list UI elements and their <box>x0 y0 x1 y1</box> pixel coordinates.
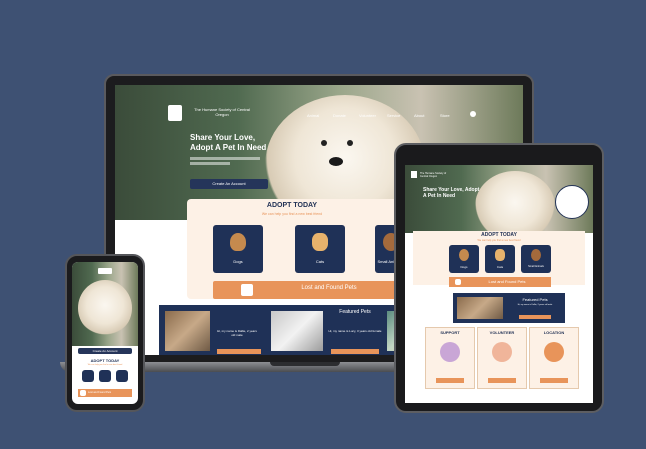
hero-title: Share Your Love, Adopt A Pet In Need <box>423 187 480 199</box>
adopt-subtitle: We can help you find a new best friend <box>477 239 521 242</box>
featured-photo <box>457 297 503 319</box>
support-button[interactable] <box>436 378 464 383</box>
create-account-button[interactable]: Create An Account <box>190 179 268 189</box>
support-column: SUPPORT <box>425 327 475 389</box>
adopt-title: ADOPT TODAY <box>90 358 120 363</box>
featured-card-button[interactable] <box>519 315 551 319</box>
small-animal-icon <box>531 249 541 261</box>
user-icon[interactable] <box>470 111 476 117</box>
hero-title: Share Your Love, Adopt A Pet In Need <box>190 133 290 153</box>
featured-card-text: Hi, my name is Lucy, 3 years old female <box>328 329 382 333</box>
nav-service[interactable]: Service <box>387 113 400 118</box>
lost-found-button[interactable]: Lost and Found Pets <box>449 277 551 287</box>
cat-icon <box>495 249 505 261</box>
hero-text-line <box>190 157 260 160</box>
featured-card-text: Hi, my name is Dallie, 2 years old male <box>217 329 257 337</box>
tablet-device: The Humane Society of Central Oregon Sha… <box>394 143 604 413</box>
dog-icon <box>459 249 469 261</box>
pet-card-cats[interactable]: Cats <box>485 245 515 273</box>
featured-card-button[interactable] <box>217 349 261 354</box>
pet-label: Cats <box>315 259 325 264</box>
pet-label: Cats <box>496 265 504 269</box>
badge-circle <box>555 185 589 219</box>
volunteer-button[interactable] <box>488 378 516 383</box>
pet-card-small-animals[interactable]: Small Animals <box>521 245 551 273</box>
location-button[interactable] <box>540 378 568 383</box>
paw-icon <box>241 284 253 296</box>
logo-icon[interactable] <box>168 105 182 121</box>
lost-found-label: Lost and Found Pets <box>488 279 526 284</box>
support-illustration <box>440 342 460 362</box>
pet-label: Dogs <box>233 259 243 264</box>
nav-animal[interactable]: Animal <box>307 113 319 118</box>
column-title: SUPPORT <box>440 330 460 335</box>
phone-hero <box>72 262 138 346</box>
nav-volunteer[interactable]: Volunteer <box>359 113 376 118</box>
adopt-title: ADOPT TODAY <box>266 202 318 209</box>
phone-dog-image <box>78 280 132 336</box>
dog-icon <box>230 233 246 251</box>
hero-text-line <box>190 162 230 165</box>
nav-store[interactable]: Store <box>440 113 450 118</box>
lost-found-label: Lost and Found Pets <box>301 285 357 291</box>
hero-title-line1: Share Your Love, <box>190 133 256 142</box>
pet-card-dogs[interactable]: Dogs <box>213 225 263 273</box>
featured-card-button[interactable] <box>331 349 379 354</box>
nav-donate[interactable]: Donate <box>333 113 346 118</box>
dog-nose <box>329 157 343 166</box>
dog-eye <box>321 140 327 146</box>
paw-icon <box>80 390 86 396</box>
volunteer-column: VOLUNTEER <box>477 327 527 389</box>
location-illustration <box>544 342 564 362</box>
pet-label: Dogs <box>460 265 468 269</box>
cat-icon <box>312 233 328 251</box>
logo-icon[interactable] <box>98 268 112 274</box>
pet-card-small-animals[interactable] <box>116 370 128 382</box>
phone-screen: Create An Account ADOPT TODAY We can hel… <box>72 262 138 404</box>
pet-card-dogs[interactable]: Dogs <box>449 245 479 273</box>
org-name: The Humane Society of Central Oregon <box>194 107 250 117</box>
nav-about[interactable]: About <box>414 113 424 118</box>
org-name: The Humane Society of Central Oregon <box>420 172 447 178</box>
column-title: VOLUNTEER <box>489 330 515 335</box>
featured-title: Featured Pets <box>522 297 548 302</box>
volunteer-illustration <box>492 342 512 362</box>
laptop-notch <box>270 362 340 366</box>
lost-found-button[interactable]: Lost and Found Pets <box>78 389 132 397</box>
lost-found-button[interactable]: Lost and Found Pets <box>213 281 405 299</box>
hero-title-line2: Adopt A Pet In Need <box>190 143 267 152</box>
phone-device: Create An Account ADOPT TODAY We can hel… <box>65 254 145 412</box>
featured-card-text: Hi, my name is Dallie, 2 years old male <box>517 304 553 306</box>
adopt-title: ADOPT TODAY <box>481 232 517 238</box>
tablet-screen: The Humane Society of Central Oregon Sha… <box>405 165 593 403</box>
adopt-subtitle: We can help you find a new best friend <box>261 212 323 216</box>
adopt-subtitle: We can help you find a new best friend <box>87 364 123 366</box>
pet-card-cats[interactable] <box>99 370 111 382</box>
paw-icon <box>455 279 461 285</box>
column-title: LOCATION <box>543 330 565 335</box>
pet-card-dogs[interactable] <box>82 370 94 382</box>
featured-section: Featured Pets Hi, my name is Dallie, 2 y… <box>453 293 565 323</box>
pet-card-cats[interactable]: Cats <box>295 225 345 273</box>
featured-photo <box>271 311 323 351</box>
create-account-button[interactable]: Create An Account <box>78 348 132 354</box>
featured-title: Featured Pets <box>339 309 371 315</box>
location-column: LOCATION <box>529 327 579 389</box>
lost-found-label: Lost and Found Pets <box>88 391 112 394</box>
featured-photo <box>165 311 210 351</box>
dog-eye <box>347 140 353 146</box>
logo-icon[interactable] <box>411 171 417 178</box>
pet-label: Small Animals <box>528 265 544 268</box>
